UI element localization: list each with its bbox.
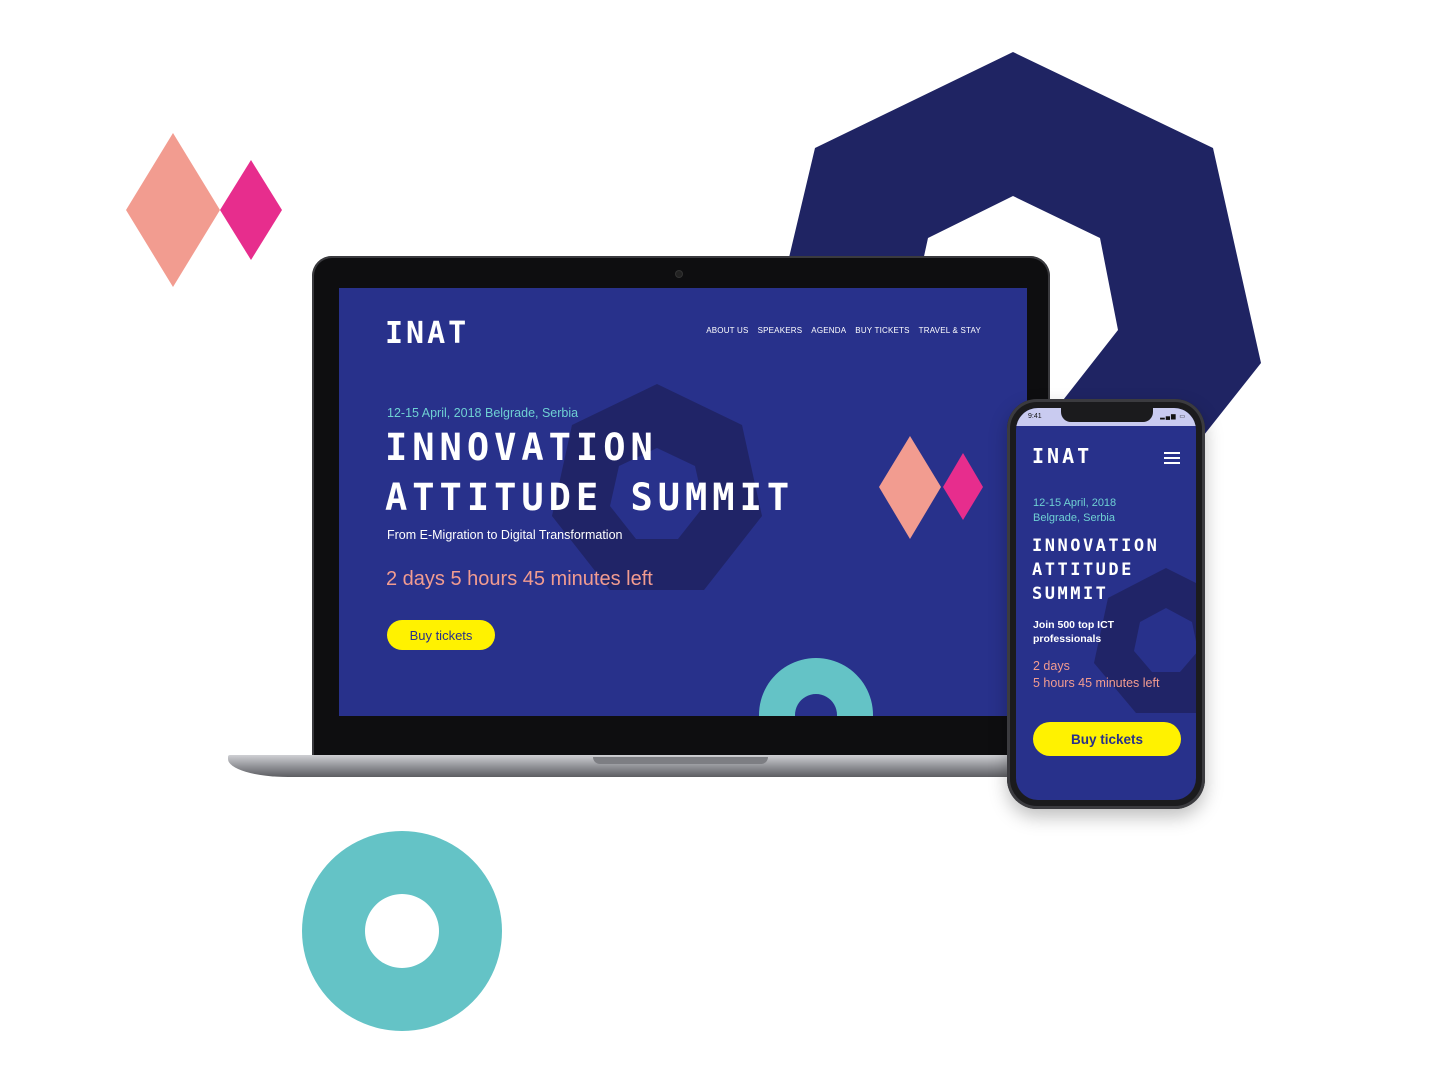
nav-speakers[interactable]: SPEAKERS: [758, 326, 803, 335]
phone-subtitle-line-2: professionals: [1033, 633, 1102, 645]
screen-magenta-diamond: [943, 453, 983, 520]
screen-teal-ring: [759, 658, 873, 716]
laptop-screen: INAT ABOUT US SPEAKERS AGENDA BUY TICKET…: [339, 288, 1027, 716]
phone-countdown-line-1: 2 days: [1033, 659, 1070, 673]
nav-buy-tickets[interactable]: BUY TICKETS: [855, 326, 909, 335]
salmon-diamond-shape: [126, 133, 220, 287]
laptop-camera: [676, 271, 682, 277]
laptop-notch: [593, 757, 768, 764]
main-nav: ABOUT US SPEAKERS AGENDA BUY TICKETS TRA…: [706, 326, 981, 335]
countdown: 2 days 5 hours 45 minutes left: [386, 568, 653, 590]
subtitle: From E-Migration to Digital Transformati…: [387, 528, 623, 542]
buy-tickets-button[interactable]: Buy tickets: [387, 620, 495, 650]
screen-salmon-diamond: [879, 436, 941, 539]
magenta-diamond-shape: [220, 160, 282, 260]
phone-heptagon-ring-shape: [1094, 568, 1196, 713]
hamburger-menu-icon[interactable]: [1164, 452, 1180, 464]
nav-about-us[interactable]: ABOUT US: [706, 326, 748, 335]
signal-battery-icon: ▂▄▆ ▭: [1160, 414, 1186, 420]
phone-headline-2: ATTITUDE: [1032, 560, 1134, 580]
headline-line-2: ATTITUDE SUMMIT: [385, 476, 795, 519]
phone-headline-1: INNOVATION: [1032, 536, 1160, 556]
status-time: 9:41: [1028, 413, 1042, 420]
phone-date-line-1: 12-15 April, 2018: [1033, 497, 1117, 509]
inat-logo[interactable]: INAT: [385, 316, 469, 351]
nav-agenda[interactable]: AGENDA: [811, 326, 846, 335]
phone-buy-tickets-button[interactable]: Buy tickets: [1033, 722, 1181, 756]
phone-date-line-2: Belgrade, Serbia: [1033, 512, 1115, 524]
phone-headline-3: SUMMIT: [1032, 584, 1109, 604]
phone-countdown-line-2: 5 hours 45 minutes left: [1033, 676, 1160, 690]
phone-screen: 9:41 ▂▄▆ ▭ INAT 12-15 April, 2018 Belgra…: [1016, 408, 1196, 800]
teal-ring-shape: [302, 831, 503, 1031]
event-date: 12-15 April, 2018 Belgrade, Serbia: [387, 406, 579, 420]
headline-line-1: INNOVATION: [385, 426, 658, 469]
phone-inat-logo[interactable]: INAT: [1032, 444, 1092, 468]
nav-travel-stay[interactable]: TRAVEL & STAY: [919, 326, 981, 335]
phone-subtitle-line-1: Join 500 top ICT: [1033, 619, 1115, 631]
phone-notch: [1061, 408, 1153, 422]
